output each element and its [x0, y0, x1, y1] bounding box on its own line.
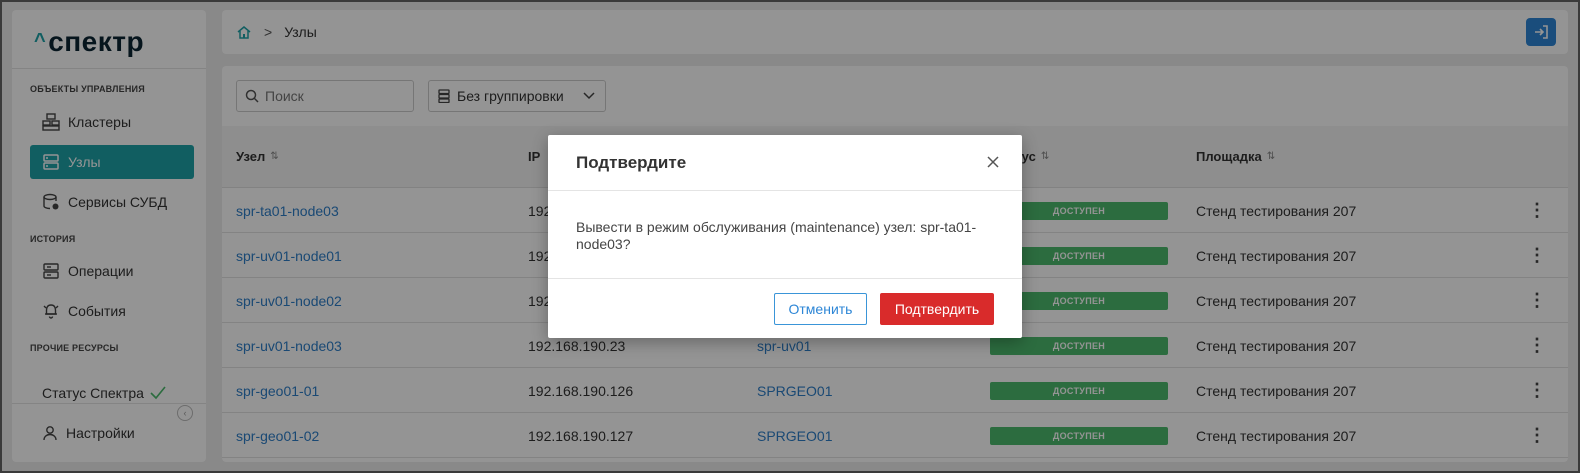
dialog-message-line: node03?	[576, 236, 631, 252]
dialog-header: Подтвердите	[548, 135, 1022, 191]
cancel-button[interactable]: Отменить	[774, 293, 867, 325]
dialog-footer: Отменить Подтвердить	[548, 279, 1022, 337]
dialog-message-line: Вывести в режим обслуживания (maintenanc…	[576, 219, 977, 235]
close-button[interactable]	[984, 153, 1002, 171]
confirm-button[interactable]: Подтвердить	[880, 293, 994, 325]
dialog-title: Подтвердите	[576, 152, 687, 172]
close-icon	[987, 156, 999, 168]
confirm-dialog: Подтвердите Вывести в режим обслуживания…	[548, 135, 1022, 338]
dialog-body: Вывести в режим обслуживания (maintenanc…	[548, 191, 1022, 279]
